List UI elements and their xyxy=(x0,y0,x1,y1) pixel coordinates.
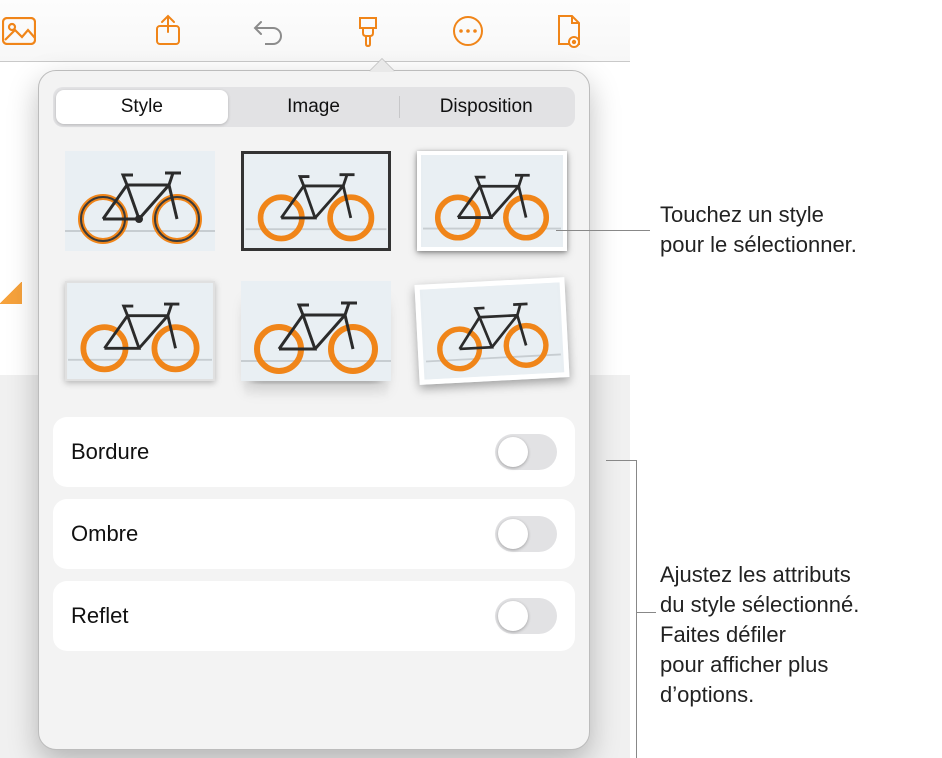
style-thumbnail-grid xyxy=(63,149,565,383)
callout-text: Touchez un style xyxy=(660,200,940,230)
callout-text: du style sélectionné. xyxy=(660,590,940,620)
more-icon xyxy=(451,14,485,48)
option-ombre: Ombre xyxy=(53,499,575,569)
callout-leader-line xyxy=(606,460,636,461)
style-thumbnail[interactable] xyxy=(63,149,217,253)
segmented-control: Style Image Disposition xyxy=(53,87,575,127)
format-button[interactable] xyxy=(350,13,386,49)
callout-leader-line xyxy=(556,230,650,231)
tab-label: Style xyxy=(121,96,163,118)
tab-disposition[interactable]: Disposition xyxy=(400,90,572,124)
option-bordure: Bordure xyxy=(53,417,575,487)
style-thumbnail[interactable] xyxy=(239,279,393,383)
selection-handle xyxy=(0,282,22,304)
style-thumbnail[interactable] xyxy=(415,149,569,253)
callout-text: Ajustez les attributs xyxy=(660,560,940,590)
callout-text: Faites défiler xyxy=(660,620,940,650)
photos-button[interactable] xyxy=(0,0,40,62)
option-label: Reflet xyxy=(71,603,128,629)
bicycle-icon xyxy=(67,283,213,379)
share-button[interactable] xyxy=(150,13,186,49)
format-brush-icon xyxy=(353,14,383,48)
style-thumbnail[interactable] xyxy=(239,149,393,253)
style-options-list: Bordure Ombre Reflet xyxy=(53,417,575,651)
toolbar xyxy=(0,0,630,62)
option-reflet: Reflet xyxy=(53,581,575,651)
tab-style[interactable]: Style xyxy=(56,90,228,124)
option-label: Ombre xyxy=(71,521,138,547)
callout-leader-line xyxy=(636,612,656,613)
undo-icon xyxy=(251,16,285,46)
switch-bordure[interactable] xyxy=(495,434,557,470)
tab-image[interactable]: Image xyxy=(228,90,400,124)
style-thumbnail[interactable] xyxy=(412,275,571,387)
callout-style-select: Touchez un style pour le sélectionner. xyxy=(660,200,940,260)
style-thumbnail[interactable] xyxy=(63,279,217,383)
callout-style-attributes: Ajustez les attributs du style sélection… xyxy=(660,560,940,710)
switch-ombre[interactable] xyxy=(495,516,557,552)
callout-leader-line xyxy=(636,460,637,758)
photos-icon xyxy=(2,17,36,45)
tab-label: Disposition xyxy=(440,96,533,118)
undo-button[interactable] xyxy=(250,13,286,49)
more-button[interactable] xyxy=(450,13,486,49)
share-icon xyxy=(153,14,183,48)
bicycle-icon xyxy=(420,282,565,379)
document-view-button[interactable] xyxy=(550,13,586,49)
document-view-icon xyxy=(553,14,583,48)
format-popover: Style Image Disposition Bordure Ombre xyxy=(38,70,590,750)
callout-text: pour afficher plus xyxy=(660,650,940,680)
switch-reflet[interactable] xyxy=(495,598,557,634)
bicycle-icon xyxy=(65,151,215,251)
tab-label: Image xyxy=(287,96,340,118)
callout-text: pour le sélectionner. xyxy=(660,230,940,260)
bicycle-icon xyxy=(241,281,391,381)
option-label: Bordure xyxy=(71,439,149,465)
bicycle-icon xyxy=(244,154,388,248)
bicycle-icon xyxy=(421,155,563,247)
callout-text: d’options. xyxy=(660,680,940,710)
